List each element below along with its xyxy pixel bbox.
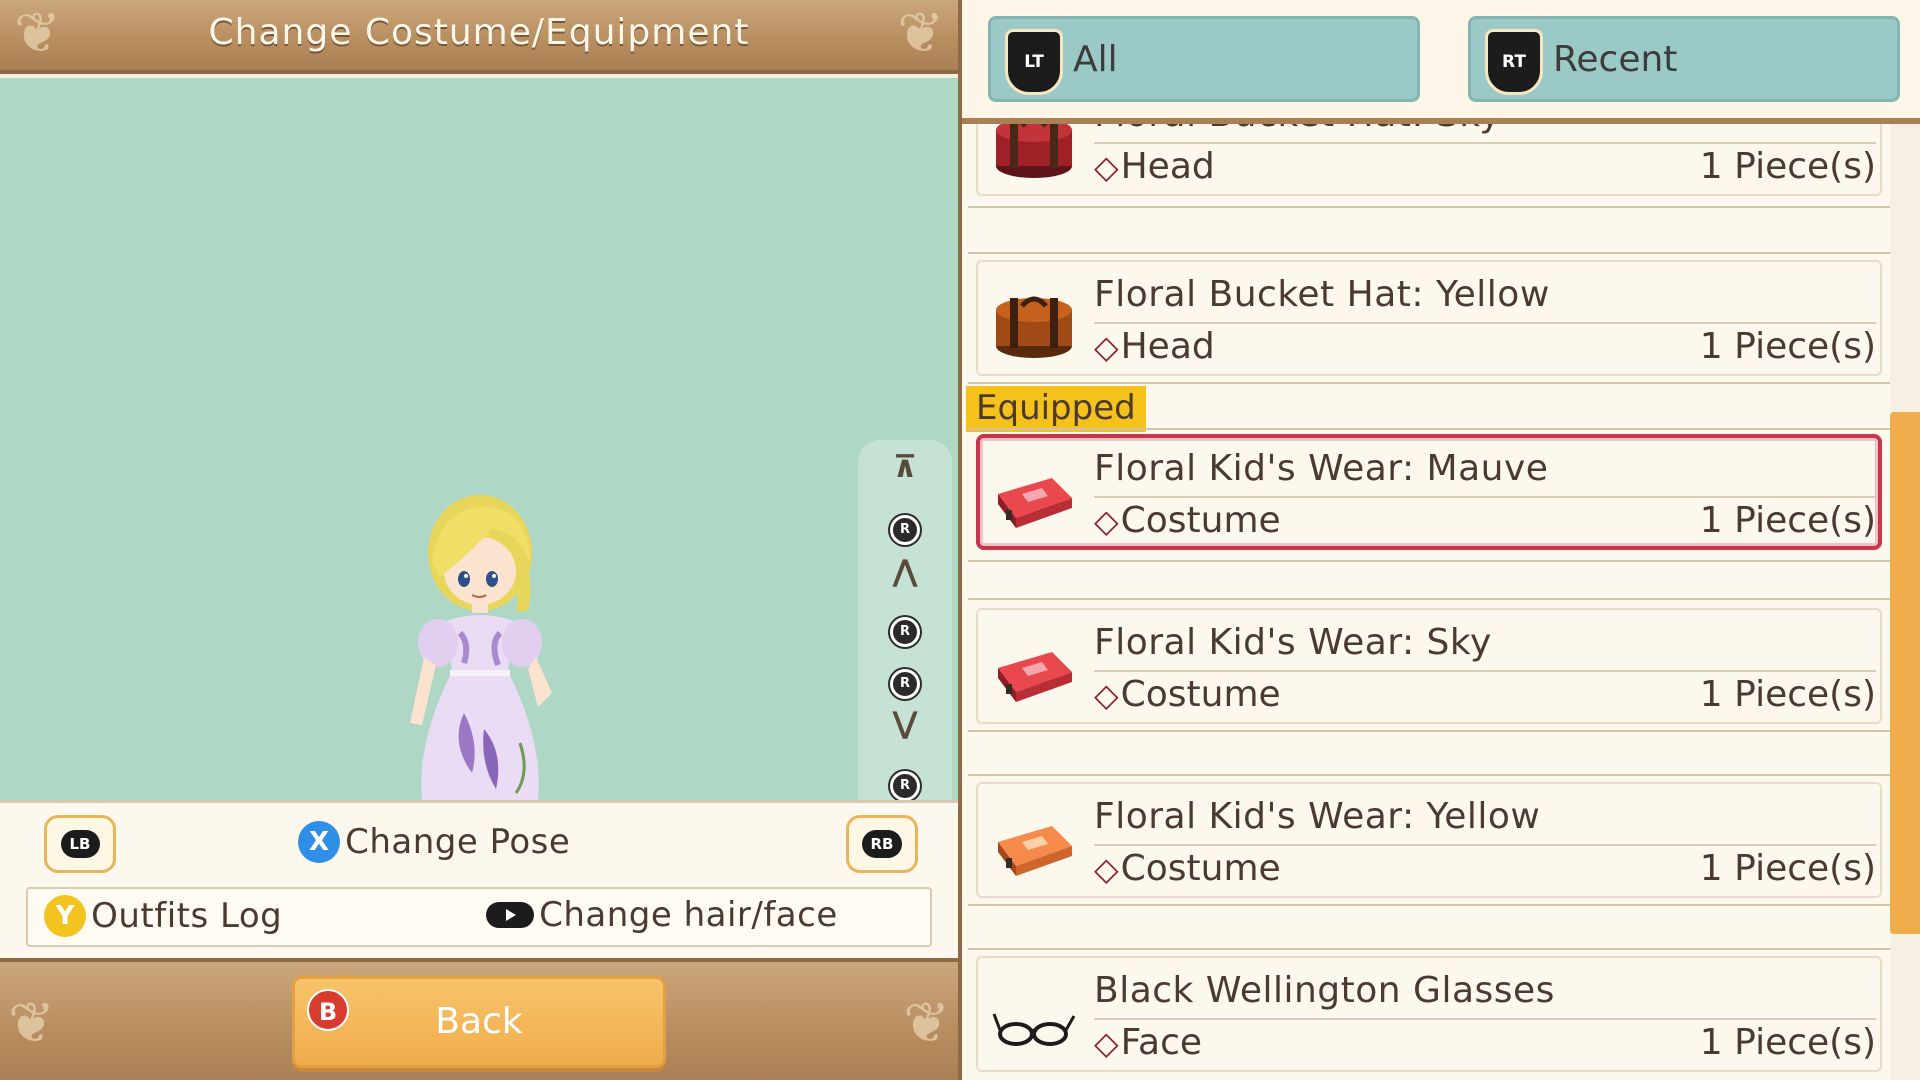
item-name: Floral Kid's Wear: Sky [1094,622,1492,663]
divider [968,560,1890,562]
divider [968,774,1890,776]
item-quantity: 1 Piece(s) [1699,326,1876,367]
item-list: Floral Bucket Hat: Sky ◇Head 1 Piece(s) … [962,124,1892,1080]
item-quantity: 1 Piece(s) [1699,1022,1876,1063]
diamond-icon: ◇ [1094,502,1119,540]
hatbox-red-icon [996,124,1072,178]
diamond-icon: ◇ [1094,148,1119,186]
title-bar: ❦ ❦ Change Costume/Equipment [0,0,958,74]
list-item[interactable]: Floral Bucket Hat: Sky ◇Head 1 Piece(s) [968,124,1890,198]
hatbox-brown-icon [996,296,1072,358]
rb-button[interactable]: RB [846,815,918,873]
lb-button[interactable]: LB [44,815,116,873]
glasses-icon [992,1013,1076,1046]
lt-trigger-icon: LT [1005,29,1063,95]
divider [968,382,1890,384]
change-pose-button[interactable]: X Change Pose [298,821,570,863]
back-button[interactable]: B Back [292,976,666,1068]
item-slot: Costume [1120,848,1281,889]
divider [968,730,1890,732]
divider [968,206,1890,208]
preview-panel: ❦ ❦ Change Costume/Equipment ⊼ R ⋀ R R ⋁… [0,0,958,1080]
tab-recent-label: Recent [1553,39,1678,80]
change-hair-face-button[interactable]: Change hair/face [486,895,838,935]
footer-bar: ❦ ❦ B Back [0,958,958,1080]
diamond-icon: ◇ [1094,850,1119,888]
rt-trigger-icon: RT [1485,29,1543,95]
top-icon[interactable]: ⊼ [858,450,952,485]
item-name: Floral Bucket Hat: Yellow [1094,274,1550,315]
tab-recent[interactable]: RT Recent [1468,16,1900,102]
control-hints: LB X Change Pose RB Y Outfits Log Change… [0,800,958,958]
r-stick-down-icon[interactable]: R [858,762,952,801]
item-slot: Head [1120,146,1215,187]
item-quantity: 1 Piece(s) [1699,848,1876,889]
y-button-icon: Y [44,895,86,937]
costume-case-red-icon [998,652,1072,702]
item-slot: Head [1120,326,1215,367]
divider [968,904,1890,906]
list-item[interactable]: Floral Bucket Hat: Yellow ◇Head 1 Piece(… [968,260,1890,378]
scroll-thumb[interactable] [1890,412,1920,934]
inventory-panel: LT All RT Recent Floral Bucket Hat: Sky … [958,0,1920,1080]
left-stick-press-icon [486,902,534,928]
page-title: Change Costume/Equipment [208,12,750,53]
zoom-in-icon[interactable]: ⋀ [858,554,952,589]
outfits-log-label: Outfits Log [91,896,283,936]
item-quantity: 1 Piece(s) [1699,674,1876,715]
costume-case-red-icon [998,478,1072,528]
costume-case-orange-icon [998,826,1072,876]
character-viewport[interactable]: ⊼ R ⋀ R R ⋁ R ⊻ [0,78,958,872]
divider [968,252,1890,254]
ornament-bottom-left-icon: ❦ [8,991,55,1056]
outfits-log-button[interactable]: Y Outfits Log [44,895,282,937]
back-label: Back [435,1001,523,1042]
divider [968,428,1890,430]
item-slot: Face [1120,1022,1203,1063]
r-stick-right-icon[interactable]: R [858,660,952,699]
x-button-icon: X [298,821,340,863]
item-name: Floral Kid's Wear: Mauve [1094,448,1549,489]
tab-all-label: All [1073,39,1118,80]
item-quantity: 1 Piece(s) [1699,500,1876,541]
diamond-icon: ◇ [1094,1024,1119,1062]
item-slot: Costume [1120,674,1281,715]
r-stick-up-icon[interactable]: R [858,506,952,545]
r-stick-left-icon[interactable]: R [858,608,952,647]
zoom-out-icon[interactable]: ⋁ [858,706,952,741]
equipped-badge: Equipped [966,386,1146,432]
character-avatar[interactable] [380,493,580,853]
item-quantity: 1 Piece(s) [1699,146,1876,187]
secondary-actions: Y Outfits Log Change hair/face [26,887,932,947]
divider [968,598,1890,600]
change-hair-face-label: Change hair/face [539,895,838,935]
change-pose-label: Change Pose [345,822,571,862]
filter-tabs: LT All RT Recent [962,0,1920,124]
item-slot: Costume [1120,500,1281,541]
list-item[interactable]: Floral Kid's Wear: Sky ◇Costume 1 Piece(… [968,608,1890,726]
tab-all[interactable]: LT All [988,16,1420,102]
list-item[interactable]: Floral Kid's Wear: Yellow ◇Costume 1 Pie… [968,782,1890,900]
ornament-bottom-right-icon: ❦ [903,991,950,1056]
diamond-icon: ◇ [1094,328,1119,366]
item-name: Floral Kid's Wear: Yellow [1094,796,1541,837]
divider [968,948,1890,950]
diamond-icon: ◇ [1094,676,1119,714]
item-name: Black Wellington Glasses [1094,970,1555,1011]
list-item[interactable]: Black Wellington Glasses ◇Face 1 Piece(s… [968,956,1890,1074]
item-name: Floral Bucket Hat: Sky [1094,124,1501,135]
list-item-selected[interactable]: Floral Kid's Wear: Mauve ◇Costume 1 Piec… [968,434,1890,552]
